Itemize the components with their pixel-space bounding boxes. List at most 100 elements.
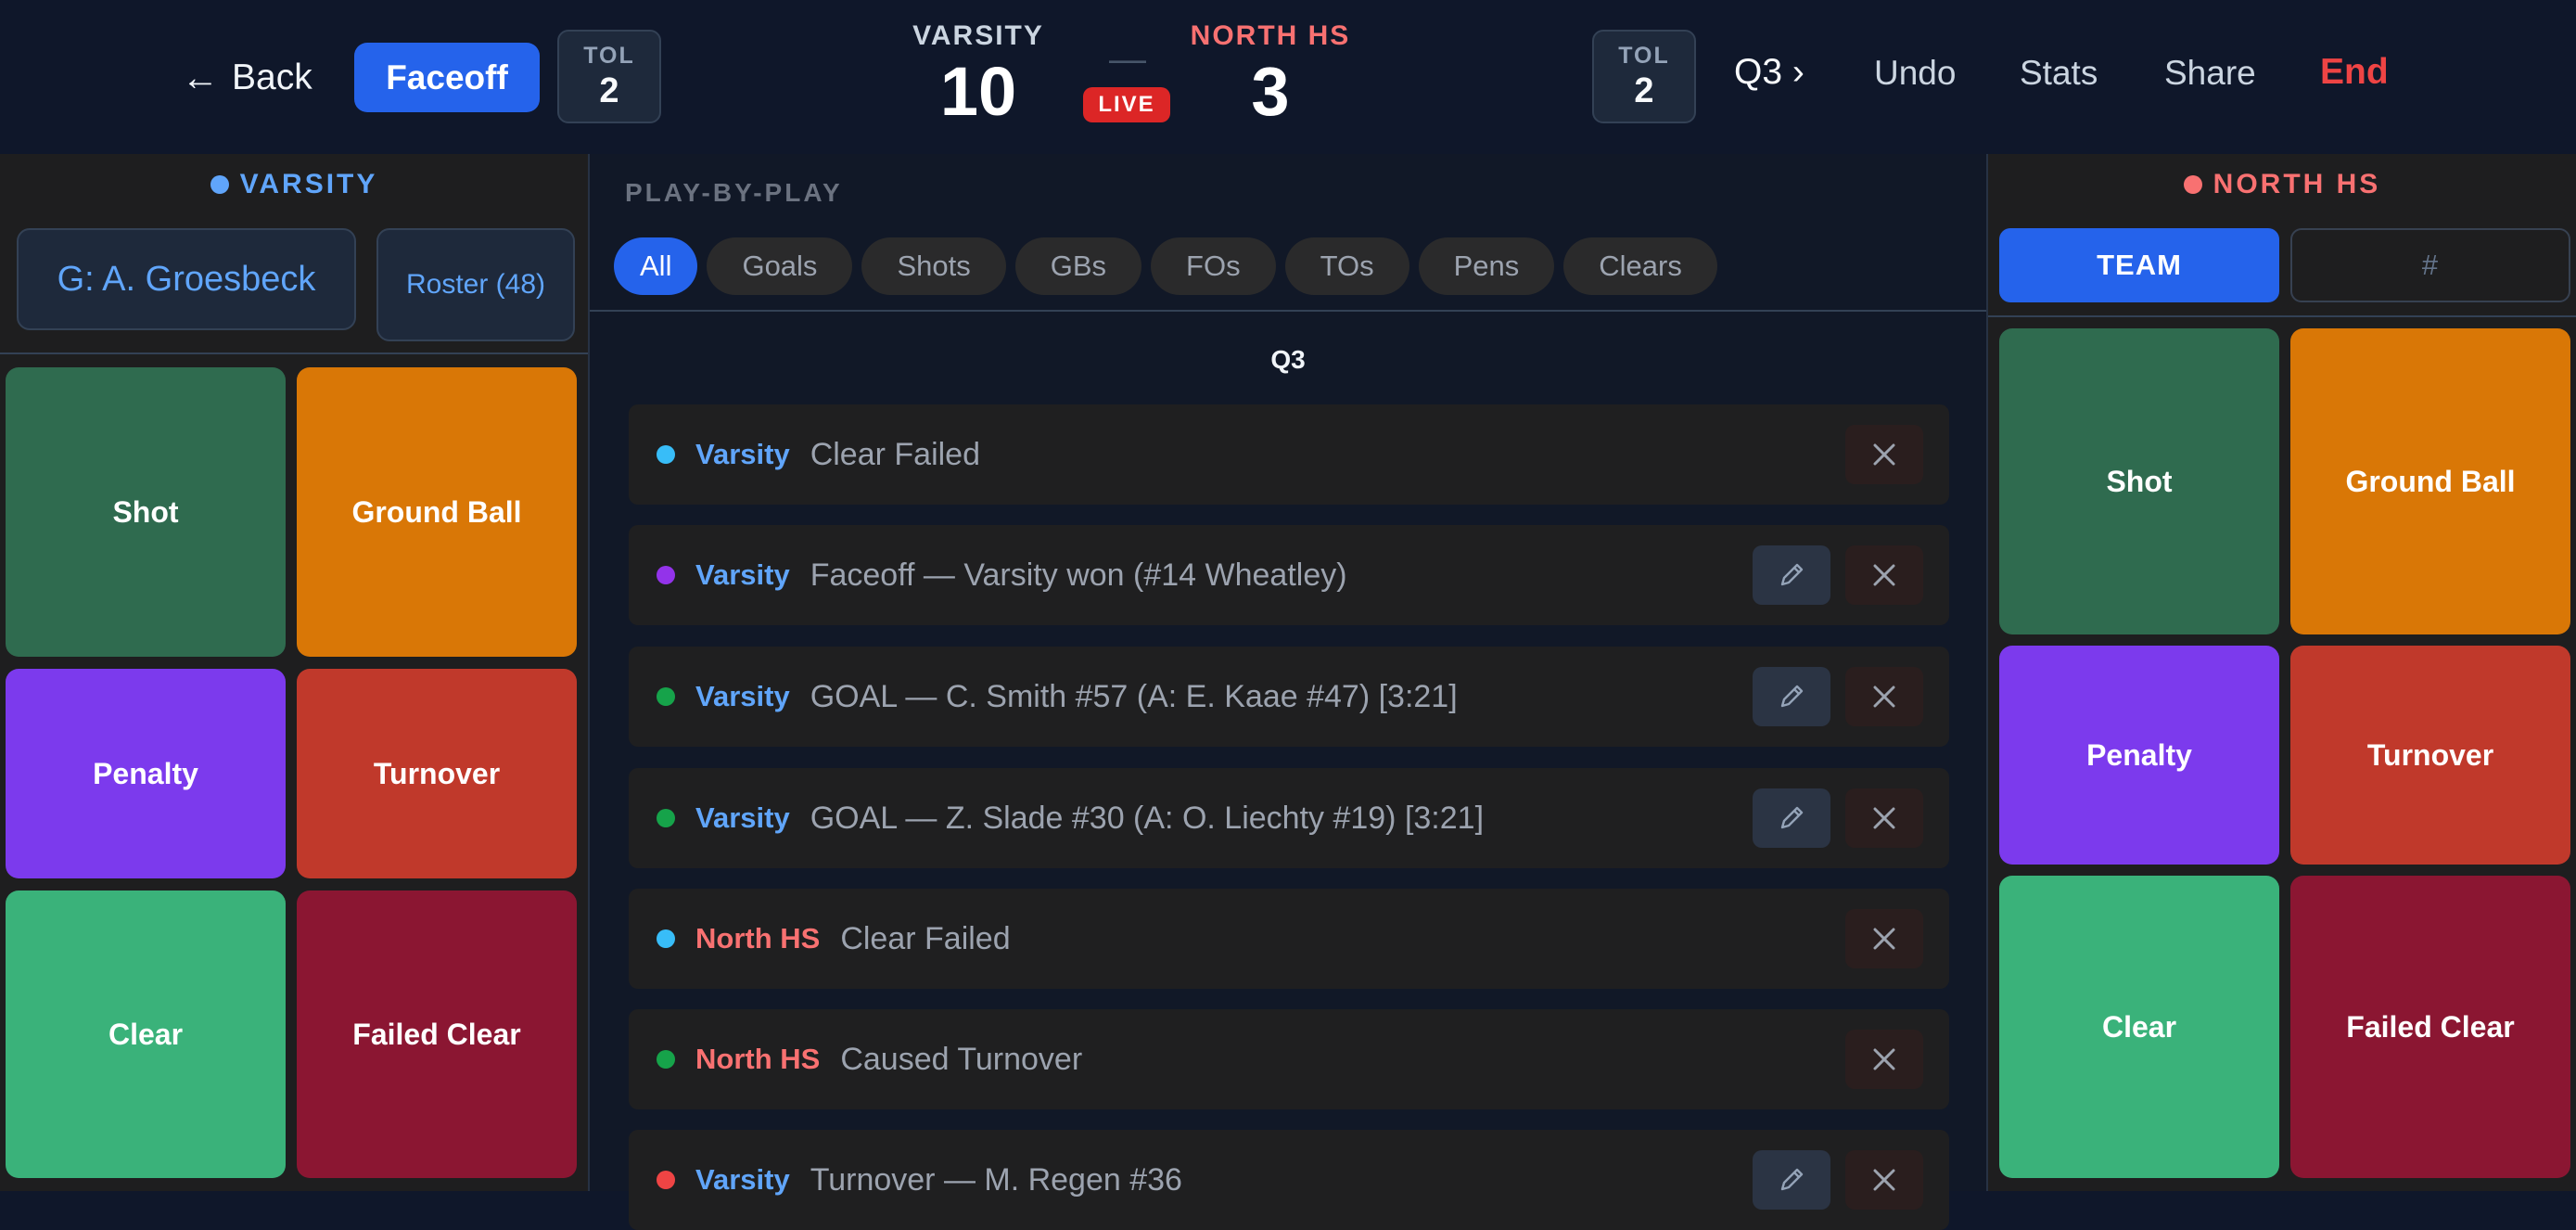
stats-button[interactable]: Stats: [2020, 54, 2098, 93]
away-panel-title: NORTH HS: [1988, 169, 2576, 200]
team-mode-toggle[interactable]: TEAM: [1999, 228, 2279, 302]
event-row: Varsity Turnover — M. Regen #36: [629, 1130, 1949, 1230]
away-failed-clear-button[interactable]: Failed Clear: [2290, 876, 2570, 1178]
event-type-dot-icon: [657, 445, 675, 464]
filter-clears[interactable]: Clears: [1563, 237, 1717, 295]
divider: [0, 352, 588, 354]
event-type-dot-icon: [657, 566, 675, 584]
away-timeouts-button[interactable]: TOL 2: [1592, 30, 1696, 123]
event-team: North HS: [695, 1043, 821, 1075]
filter-tos[interactable]: TOs: [1284, 237, 1409, 295]
team-dot-icon: [210, 175, 229, 194]
event-team: Varsity: [695, 558, 790, 591]
pencil-icon: [1780, 563, 1804, 586]
delete-event-button[interactable]: [1845, 425, 1923, 484]
back-button[interactable]: ← Back: [182, 52, 312, 104]
event-row: Varsity Faceoff — Varsity won (#14 Wheat…: [629, 525, 1949, 625]
event-description: Clear Failed: [810, 436, 981, 472]
end-game-button[interactable]: End: [2320, 52, 2389, 93]
filter-all[interactable]: All: [614, 237, 698, 295]
tol-label: TOL: [1618, 42, 1670, 69]
divider: [590, 310, 1986, 312]
away-turnover-button[interactable]: Turnover: [2290, 646, 2570, 865]
close-icon: [1873, 685, 1895, 708]
home-team-name: VARSITY: [912, 20, 1044, 51]
home-team-panel: VARSITY G: A. Groesbeck Roster (48) Shot…: [0, 154, 588, 1191]
home-panel-title-text: VARSITY: [239, 169, 378, 199]
tol-value: 2: [1634, 70, 1654, 110]
close-icon: [1873, 443, 1895, 466]
team-dot-icon: [2183, 175, 2202, 194]
event-team: Varsity: [695, 680, 790, 712]
tol-label: TOL: [583, 42, 635, 69]
event-description: Faceoff — Varsity won (#14 Wheatley): [810, 557, 1347, 593]
event-row: North HS Clear Failed: [629, 889, 1949, 989]
home-clear-button[interactable]: Clear: [6, 890, 286, 1178]
event-team: Varsity: [695, 801, 790, 834]
event-team: Varsity: [695, 1163, 790, 1196]
home-ground-ball-button[interactable]: Ground Ball: [297, 367, 577, 657]
event-team: Varsity: [695, 438, 790, 470]
filter-gbs[interactable]: GBs: [1014, 237, 1142, 295]
event-description: GOAL — C. Smith #57 (A: E. Kaae #47) [3:…: [810, 678, 1458, 714]
pencil-icon: [1780, 685, 1804, 708]
filter-goals[interactable]: Goals: [707, 237, 853, 295]
event-row: Varsity Clear Failed: [629, 404, 1949, 505]
edit-event-button[interactable]: [1753, 788, 1830, 848]
away-clear-button[interactable]: Clear: [1999, 876, 2279, 1178]
goalie-button[interactable]: G: A. Groesbeck: [17, 228, 356, 330]
edit-event-button[interactable]: [1753, 1150, 1830, 1210]
delete-event-button[interactable]: [1845, 1030, 1923, 1089]
home-timeouts-button[interactable]: TOL 2: [557, 30, 661, 123]
play-by-play-panel: PLAY-BY-PLAY All Goals Shots GBs FOs TOs…: [588, 154, 1988, 1230]
event-type-dot-icon: [657, 929, 675, 948]
share-button[interactable]: Share: [2164, 54, 2256, 93]
event-description: Turnover — M. Regen #36: [810, 1161, 1182, 1198]
home-failed-clear-button[interactable]: Failed Clear: [297, 890, 577, 1178]
event-type-dot-icon: [657, 1171, 675, 1189]
away-team-name: NORTH HS: [1190, 20, 1351, 51]
home-penalty-button[interactable]: Penalty: [6, 669, 286, 878]
filter-shots[interactable]: Shots: [861, 237, 1006, 295]
score-separator: —: [1109, 39, 1146, 80]
home-shot-button[interactable]: Shot: [6, 367, 286, 657]
away-score: 3: [1251, 53, 1290, 130]
away-panel-title-text: NORTH HS: [2213, 169, 2381, 199]
delete-event-button[interactable]: [1845, 1150, 1923, 1210]
away-shot-button[interactable]: Shot: [1999, 328, 2279, 634]
away-ground-ball-button[interactable]: Ground Ball: [2290, 328, 2570, 634]
pencil-icon: [1780, 1168, 1804, 1191]
filter-fos[interactable]: FOs: [1151, 237, 1276, 295]
arrow-left-icon: ←: [182, 57, 219, 98]
edit-event-button[interactable]: [1753, 545, 1830, 605]
home-score: 10: [939, 53, 1017, 130]
filter-pens[interactable]: Pens: [1418, 237, 1555, 295]
close-icon: [1873, 564, 1895, 586]
roster-button[interactable]: Roster (48): [376, 228, 575, 341]
live-badge: LIVE: [1083, 87, 1170, 122]
delete-event-button[interactable]: [1845, 667, 1923, 726]
event-type-dot-icon: [657, 1050, 675, 1069]
event-type-dot-icon: [657, 687, 675, 706]
away-team-panel: NORTH HS TEAM # Shot Ground Ball Penalty…: [1988, 154, 2576, 1191]
filter-chips: All Goals Shots GBs FOs TOs Pens Clears: [614, 237, 1717, 295]
quarter-button[interactable]: Q3 ›: [1734, 52, 1804, 93]
away-penalty-button[interactable]: Penalty: [1999, 646, 2279, 865]
event-row: North HS Caused Turnover: [629, 1009, 1949, 1109]
delete-event-button[interactable]: [1845, 788, 1923, 848]
event-row: Varsity GOAL — C. Smith #57 (A: E. Kaae …: [629, 647, 1949, 747]
event-description: GOAL — Z. Slade #30 (A: O. Liechty #19) …: [810, 800, 1485, 836]
close-icon: [1873, 1048, 1895, 1070]
number-mode-toggle[interactable]: #: [2290, 228, 2570, 302]
delete-event-button[interactable]: [1845, 545, 1923, 605]
delete-event-button[interactable]: [1845, 909, 1923, 968]
close-icon: [1873, 928, 1895, 950]
event-team: North HS: [695, 922, 821, 955]
event-description: Caused Turnover: [840, 1041, 1083, 1077]
edit-event-button[interactable]: [1753, 667, 1830, 726]
tol-value: 2: [599, 70, 619, 110]
divider: [1988, 315, 2576, 317]
home-turnover-button[interactable]: Turnover: [297, 669, 577, 878]
faceoff-button[interactable]: Faceoff: [354, 43, 540, 112]
undo-button[interactable]: Undo: [1874, 54, 1956, 93]
